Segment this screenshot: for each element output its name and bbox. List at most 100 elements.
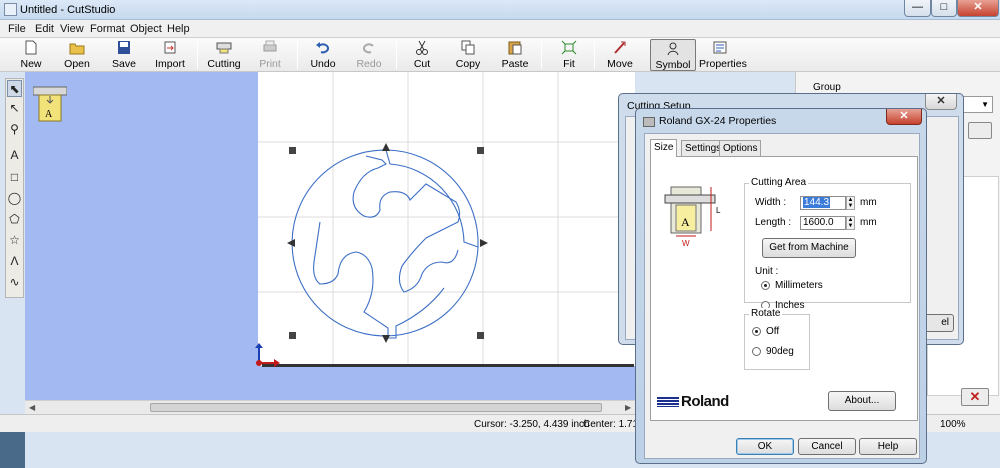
- delete-x-button[interactable]: ✕: [961, 388, 989, 406]
- polyline-tool-icon[interactable]: Λ: [7, 253, 22, 270]
- toolbar-separator: [297, 41, 298, 69]
- minimize-button[interactable]: —: [904, 0, 931, 17]
- cancel-button[interactable]: Cancel: [798, 438, 856, 455]
- title-bar: Untitled - CutStudio — □ ✕: [0, 0, 1000, 20]
- cutter-icon: [216, 40, 232, 55]
- millimeters-radio[interactable]: [761, 281, 770, 290]
- selection-handle[interactable]: [289, 147, 296, 154]
- menu-format[interactable]: Format: [90, 23, 125, 35]
- move-button[interactable]: Move: [603, 39, 637, 71]
- print-button[interactable]: Print: [255, 39, 285, 71]
- properties-button[interactable]: Properties: [699, 39, 747, 71]
- ellipse-tool-icon[interactable]: ◯: [7, 190, 22, 207]
- roland-dialog-body: Size Settings Options A L W Cutting Area…: [644, 133, 920, 459]
- star-tool-icon[interactable]: ☆: [7, 232, 22, 249]
- menu-edit[interactable]: Edit: [35, 23, 54, 35]
- open-button[interactable]: Open: [60, 39, 94, 71]
- scissors-icon: [414, 40, 430, 55]
- polygon-tool-icon[interactable]: ⬠: [7, 211, 22, 228]
- menu-bar: File Edit View Format Object Help: [0, 20, 1000, 38]
- curve-tool-icon[interactable]: ∿: [7, 274, 22, 291]
- rotate-90-radio[interactable]: [752, 347, 761, 356]
- roland-close-icon[interactable]: ✕: [886, 109, 922, 125]
- cutting-button[interactable]: Cutting: [205, 39, 243, 71]
- width-input[interactable]: 144.3: [800, 196, 846, 210]
- resize-arrow-left[interactable]: [287, 239, 295, 247]
- symbol-button[interactable]: Symbol: [650, 39, 696, 71]
- length-unit: mm: [860, 217, 877, 228]
- new-button[interactable]: New: [14, 39, 48, 71]
- fit-button[interactable]: Fit: [555, 39, 583, 71]
- selection-handle[interactable]: [477, 332, 484, 339]
- resize-arrow-top[interactable]: [382, 143, 390, 151]
- resize-arrow-bottom[interactable]: [382, 335, 390, 343]
- cutting-area-diagram: A L W: [663, 181, 733, 251]
- tab-size[interactable]: Size: [650, 139, 678, 157]
- width-spinner[interactable]: ▲ ▼: [846, 196, 855, 210]
- ok-button[interactable]: OK: [736, 438, 794, 455]
- panel-button[interactable]: [968, 122, 992, 139]
- length-input[interactable]: 1600.0: [800, 216, 846, 230]
- cut-button[interactable]: Cut: [407, 39, 437, 71]
- cutting-area-group: Cutting Area Width : 144.3 ▲ ▼ mm Length …: [744, 177, 911, 311]
- undo-icon: [315, 40, 331, 55]
- group-label: Group: [813, 82, 841, 93]
- cutting-setup-close-icon[interactable]: ✕: [925, 94, 957, 110]
- diagram-a-label: A: [681, 215, 690, 229]
- toolbar-separator: [396, 41, 397, 69]
- rotate-off-radio[interactable]: [752, 327, 761, 336]
- unit-label: Unit :: [755, 266, 779, 277]
- scroll-left-arrow-icon[interactable]: ◀: [29, 403, 35, 412]
- printer-icon: [262, 40, 278, 55]
- symbol-icon: [665, 41, 681, 56]
- get-from-machine-button[interactable]: Get from Machine: [762, 238, 856, 258]
- text-tool-icon[interactable]: A: [7, 147, 22, 164]
- desktop-edge: [0, 432, 25, 468]
- properties-icon: [712, 40, 728, 55]
- rotate-90-label: 90deg: [766, 346, 794, 357]
- redo-button[interactable]: Redo: [354, 39, 384, 71]
- import-button[interactable]: Import: [152, 39, 188, 71]
- page-edge-line: [262, 364, 634, 367]
- roland-properties-dialog: Roland GX-24 Properties ✕ Size Settings …: [635, 108, 927, 464]
- close-button[interactable]: ✕: [957, 0, 999, 17]
- paste-button[interactable]: Paste: [498, 39, 532, 71]
- folder-icon: [69, 40, 85, 55]
- rectangle-tool-icon[interactable]: □: [7, 169, 22, 186]
- menu-view[interactable]: View: [60, 23, 84, 35]
- width-unit: mm: [860, 197, 877, 208]
- length-spinner[interactable]: ▲ ▼: [846, 216, 855, 230]
- about-button[interactable]: About...: [828, 391, 896, 411]
- copy-button[interactable]: Copy: [452, 39, 484, 71]
- cutter-machine-icon[interactable]: A: [32, 82, 68, 122]
- menu-file[interactable]: File: [8, 23, 26, 35]
- undo-button[interactable]: Undo: [307, 39, 339, 71]
- length-label: Length :: [755, 217, 792, 228]
- copy-icon: [460, 40, 476, 55]
- save-button[interactable]: Save: [108, 39, 140, 71]
- diagram-l-label: L: [716, 206, 721, 215]
- printer-title-icon: [643, 117, 655, 127]
- resize-arrow-right[interactable]: [480, 239, 488, 247]
- select-arrow-icon[interactable]: ⬉: [7, 80, 22, 97]
- drawing-tools-palette: ⬉ ↖ ⚲ A □ ◯ ⬠ ☆ Λ ∿: [5, 78, 24, 298]
- tab-options[interactable]: Options: [719, 140, 762, 156]
- horizontal-scrollbar[interactable]: ◀ ▶: [25, 400, 635, 414]
- roland-logo-text: Roland: [681, 393, 729, 410]
- help-button[interactable]: Help: [859, 438, 917, 455]
- maximize-button[interactable]: □: [931, 0, 957, 17]
- scroll-thumb[interactable]: [150, 403, 602, 412]
- rotate-off-label: Off: [766, 326, 780, 337]
- selected-shape[interactable]: [286, 142, 492, 348]
- window-title: Untitled - CutStudio: [20, 4, 116, 16]
- menu-help[interactable]: Help: [167, 23, 190, 35]
- floppy-disk-icon: [116, 40, 132, 55]
- scroll-right-arrow-icon[interactable]: ▶: [625, 403, 631, 412]
- zoom-magnifier-icon[interactable]: ⚲: [7, 121, 22, 138]
- selection-handle[interactable]: [289, 332, 296, 339]
- cutting-area-label: Cutting Area: [749, 177, 809, 188]
- edit-points-icon[interactable]: ↖: [7, 100, 22, 117]
- diagram-w-label: W: [682, 239, 690, 248]
- selection-handle[interactable]: [477, 147, 484, 154]
- menu-object[interactable]: Object: [130, 23, 162, 35]
